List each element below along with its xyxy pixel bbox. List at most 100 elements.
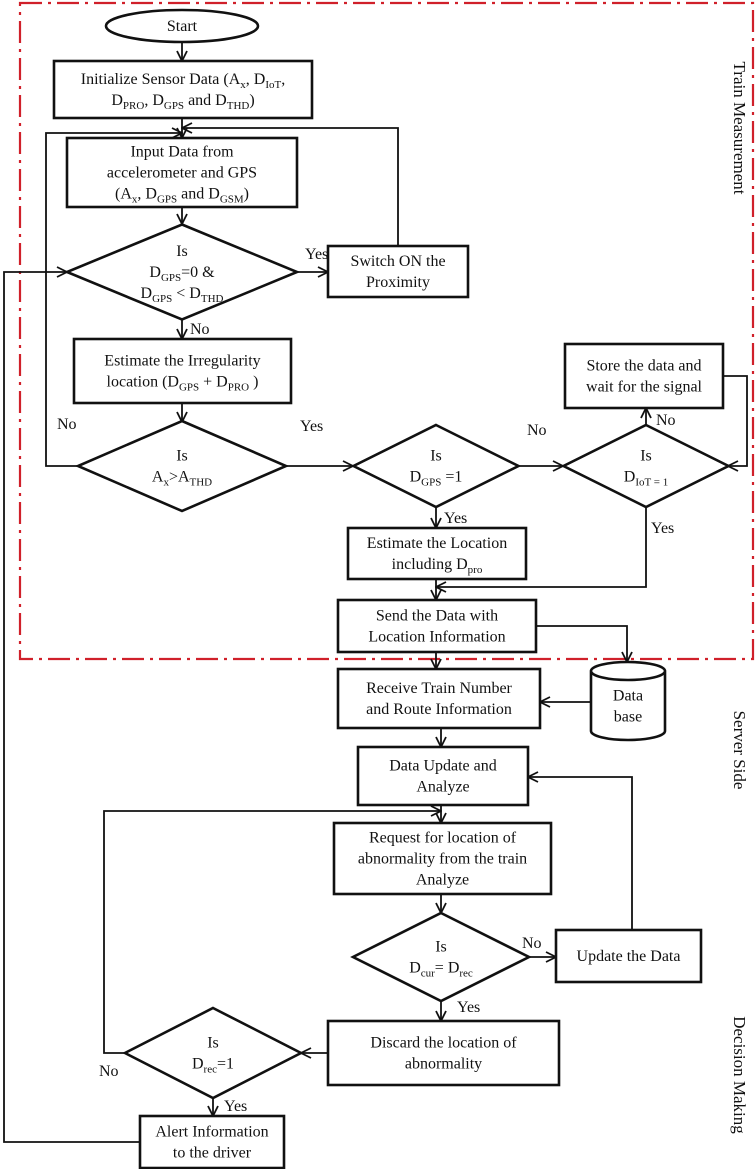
subscript: IoT bbox=[265, 79, 281, 91]
arrow-send-to-database bbox=[536, 625, 627, 662]
update-analyze-shape bbox=[356, 745, 530, 807]
region-label-server-side: Server Side bbox=[730, 711, 749, 790]
d4-shape bbox=[560, 423, 732, 509]
switch-text-line: Switch ON the bbox=[350, 253, 445, 270]
est-irr-node: Estimate the Irregularitylocation (DGPS​… bbox=[72, 337, 293, 405]
receive-text-line: Receive Train Number bbox=[366, 680, 512, 697]
subscript: rec bbox=[204, 1064, 218, 1076]
subscript: GPS bbox=[152, 293, 172, 305]
start-text-line: Start bbox=[167, 18, 198, 35]
subscript: PRO bbox=[123, 100, 144, 112]
text-segment: Receive Train Number bbox=[366, 680, 512, 697]
input-node: Input Data fromaccelerometer and GPS(Ax​… bbox=[65, 136, 299, 209]
text-segment: Location Information bbox=[368, 629, 505, 646]
request-node: Request for location of abnormality from … bbox=[332, 821, 553, 896]
text-segment: , bbox=[281, 71, 285, 88]
d5-shape bbox=[350, 911, 532, 1003]
label-d1-yes: Yes bbox=[305, 246, 328, 263]
database-text-line: base bbox=[614, 709, 642, 726]
subscript: GPS bbox=[157, 194, 177, 206]
text-segment: Is bbox=[430, 448, 442, 465]
text-segment: D bbox=[409, 960, 421, 977]
text-segment: Data bbox=[613, 688, 643, 705]
text-segment: and D bbox=[177, 186, 220, 203]
subscript: THD bbox=[190, 477, 213, 489]
d2-text-line: Is bbox=[176, 448, 188, 465]
label-d5-yes: Yes bbox=[457, 999, 480, 1016]
send-node: Send the Data with Location Information bbox=[336, 598, 538, 654]
text-segment: Is bbox=[176, 243, 188, 260]
flowchart-nodes: StartInitialize Sensor Data (Ax​, DIoT​,… bbox=[52, 8, 732, 1169]
text-segment: D bbox=[149, 264, 161, 281]
text-segment: , D bbox=[246, 71, 266, 88]
label-d2-yes: Yes bbox=[300, 418, 323, 435]
text-segment: ) bbox=[244, 186, 249, 203]
receive-shape bbox=[336, 667, 542, 730]
label-d6-yes: Yes bbox=[224, 1098, 247, 1115]
store-shape bbox=[563, 342, 725, 410]
text-segment: Is bbox=[207, 1035, 219, 1052]
text-segment: Is bbox=[640, 448, 652, 465]
subscript: THD bbox=[227, 100, 250, 112]
text-segment: , D bbox=[137, 186, 157, 203]
text-segment: D bbox=[624, 469, 636, 486]
database-text-line: Data bbox=[613, 688, 643, 705]
text-segment: Discard the location of bbox=[370, 1035, 517, 1052]
text-segment: ) bbox=[249, 374, 258, 391]
text-segment: D bbox=[111, 92, 123, 109]
label-d1-no: No bbox=[190, 321, 210, 338]
request-text-line: Request for location of bbox=[369, 830, 517, 847]
store-node: Store the data and wait for the signal bbox=[563, 342, 725, 410]
text-segment: and D bbox=[184, 92, 227, 109]
d6-shape bbox=[122, 1006, 304, 1100]
request-text-line: Analyze bbox=[416, 872, 469, 889]
input-text-line: accelerometer and GPS bbox=[107, 165, 257, 182]
text-segment: Input Data from bbox=[130, 144, 234, 161]
text-segment: accelerometer and GPS bbox=[107, 165, 257, 182]
text-segment: (A bbox=[115, 186, 132, 203]
text-segment: to the driver bbox=[173, 1145, 252, 1162]
discard-shape bbox=[326, 1019, 561, 1087]
flowchart: StartInitialize Sensor Data (Ax​, DIoT​,… bbox=[3, 1, 755, 1169]
subscript: GPS bbox=[179, 382, 199, 394]
d2-shape bbox=[74, 419, 290, 513]
text-segment: Is bbox=[435, 939, 447, 956]
update-node: Update the Data bbox=[554, 928, 703, 984]
d1-text-line: Is bbox=[176, 243, 188, 260]
receive-text-line: and Route Information bbox=[366, 701, 512, 718]
init-node: Initialize Sensor Data (Ax​, DIoT​,DPRO​… bbox=[52, 59, 314, 120]
text-segment: < D bbox=[172, 285, 201, 302]
text-segment: Estimate the Location bbox=[367, 535, 507, 552]
label-d2-no: No bbox=[57, 416, 77, 433]
text-segment: Update the Data bbox=[577, 948, 681, 965]
store-text-line: wait for the signal bbox=[586, 379, 703, 396]
text-segment: including D bbox=[392, 556, 468, 573]
label-d6-no: No bbox=[99, 1063, 119, 1080]
d4-text-line: Is bbox=[640, 448, 652, 465]
discard-text-line: Discard the location of bbox=[370, 1035, 517, 1052]
decision-d3: IsDGPS​ =1 bbox=[350, 423, 522, 509]
alert-text-line: Alert Information bbox=[155, 1124, 268, 1141]
subscript: rec bbox=[459, 968, 473, 980]
subscript: pro bbox=[468, 564, 483, 576]
subscript: PRO bbox=[228, 382, 249, 394]
text-segment: Analyze bbox=[416, 779, 469, 796]
text-segment: location (D bbox=[107, 374, 179, 391]
est-loc-text-line: Estimate the Location bbox=[367, 535, 507, 552]
label-d4-no: No bbox=[656, 412, 676, 429]
text-segment: Send the Data with bbox=[376, 608, 498, 625]
decision-d4: IsDIoT = 1​ bbox=[560, 423, 732, 509]
text-segment: Initialize Sensor Data (A bbox=[81, 71, 241, 88]
text-segment: =1 bbox=[217, 1056, 234, 1073]
decision-d6: IsDrec​=1 bbox=[122, 1006, 304, 1100]
update-analyze-text-line: Analyze bbox=[416, 779, 469, 796]
update-analyze-node: Data Update and Analyze bbox=[356, 745, 530, 807]
text-segment: + D bbox=[199, 374, 228, 391]
decision-d2: IsAx​>ATHD​ bbox=[74, 419, 290, 513]
input-text-line: Input Data from bbox=[130, 144, 234, 161]
subscript: cur bbox=[421, 968, 435, 980]
d5-text-line: Is bbox=[435, 939, 447, 956]
text-segment: D bbox=[410, 469, 422, 486]
text-segment: Is bbox=[176, 448, 188, 465]
text-segment: A bbox=[152, 469, 164, 486]
